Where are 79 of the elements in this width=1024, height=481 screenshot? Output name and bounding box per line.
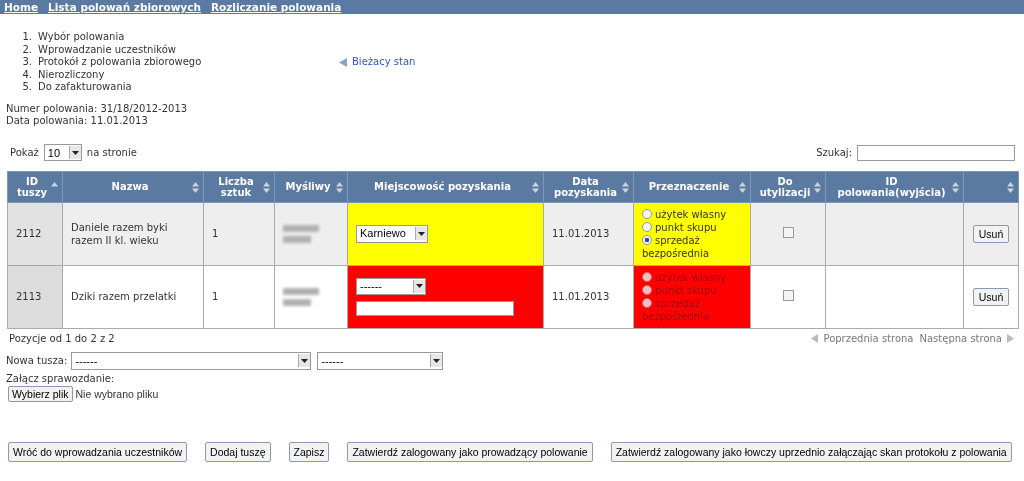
dropdown-icon — [430, 354, 443, 367]
disposal-checkbox[interactable] — [782, 289, 794, 301]
column-header[interactable]: ID tuszy — [7, 171, 63, 202]
step-label: Do zafakturowania — [38, 81, 132, 94]
file-status: Nie wybrano pliku — [75, 387, 159, 400]
dropdown-icon — [298, 354, 311, 367]
attach-label: Załącz sprawozdanie: — [6, 372, 116, 384]
current-state-label: Bieżacy stan — [352, 56, 416, 69]
page-size-select[interactable]: 10 — [43, 144, 82, 161]
action-button[interactable]: Zapisz — [288, 441, 330, 462]
location-select[interactable]: ------ — [356, 277, 426, 295]
action-button[interactable]: Zatwierdź zalogowany jako prowadzący polowanie — [347, 441, 593, 462]
step-number: 4. — [21, 68, 32, 81]
per-page-label: na stronie — [86, 147, 137, 158]
sort-icon — [739, 181, 746, 193]
step-label: Nierozliczony — [38, 68, 105, 81]
step-label: Wprowadzanie uczestników — [38, 43, 176, 56]
nav-link[interactable]: Rozliczanie polowania — [210, 0, 342, 14]
column-header[interactable]: Data pozyskania — [543, 171, 634, 202]
sort-icon — [336, 181, 343, 193]
disposal-checkbox[interactable] — [782, 226, 794, 238]
column-header[interactable]: Liczba sztuk — [203, 171, 275, 202]
carcass-select[interactable]: ------ — [317, 351, 444, 370]
search-label: Szukaj: — [816, 147, 852, 158]
action-button[interactable]: Dodaj tuszę — [205, 441, 271, 462]
carcass-select[interactable]: ------ — [71, 351, 312, 370]
table-cell: 1 — [203, 265, 275, 328]
step-number: 1. — [21, 31, 32, 44]
table-cell: 2112 — [7, 202, 63, 265]
sort-icon — [952, 181, 959, 193]
step-number: 2. — [21, 43, 32, 56]
sort-icon — [1007, 181, 1014, 193]
next-page-link[interactable]: Następna strona — [919, 332, 1014, 344]
sort-icon — [814, 181, 821, 193]
show-label: Pokaż — [10, 147, 39, 158]
sort-icon — [192, 181, 199, 193]
table-cell: Daniele razem byki razem II kl. wieku — [62, 202, 204, 265]
step-number: 5. — [21, 81, 32, 94]
info-text: Numer polowania: 31/18/2012-2013 — [6, 102, 189, 115]
column-header[interactable]: ID polowania(wyjścia) — [825, 171, 964, 202]
nav-link[interactable]: Home — [4, 0, 39, 14]
action-button[interactable]: Wróć do wprowadzania uczestników — [8, 441, 188, 462]
step-label: Protokół z polowania zbiorowego — [38, 56, 202, 69]
table-cell: 1 — [203, 202, 275, 265]
location-select[interactable]: Karniewo — [356, 224, 428, 243]
left-arrow-icon — [811, 333, 819, 343]
sort-icon — [263, 181, 270, 193]
purpose-radio[interactable]: sprzedaż bezpośrednia — [642, 233, 742, 260]
dropdown-icon — [413, 279, 425, 293]
dropdown-icon — [415, 227, 427, 240]
column-header[interactable] — [963, 171, 1019, 202]
sort-icon — [622, 181, 629, 193]
step-label: Wybór polowania — [38, 31, 125, 44]
table-cell: 2113 — [7, 265, 63, 328]
new-carcass-label: Nowa tusza: — [6, 355, 68, 366]
purpose-radio[interactable]: punkt skupu — [642, 220, 742, 234]
column-header[interactable]: Do utylizacji — [750, 171, 826, 202]
search-field[interactable] — [857, 144, 1015, 161]
dropdown-icon — [68, 146, 81, 159]
table-cell: Dziki razem przelatki — [62, 265, 204, 328]
purpose-radio[interactable]: użytek własny — [642, 207, 742, 221]
table-info: Pozycje od 1 do 2 z 2 — [9, 332, 115, 344]
location-input[interactable] — [356, 300, 514, 316]
delete-button[interactable]: Usuń — [972, 224, 1010, 243]
choose-file-button[interactable]: Wybierz plik — [8, 385, 73, 402]
table-cell: 11.01.2013 — [543, 202, 634, 265]
nav-link[interactable]: Lista polowań zbiorowych — [48, 0, 201, 14]
action-button[interactable]: Zatwierdź zalogowany jako łowczy uprzednio załączając skan protokołu z polowania — [610, 441, 1012, 462]
sort-icon — [532, 181, 539, 193]
table-cell: 11.01.2013 — [543, 265, 634, 328]
right-arrow-icon — [1007, 333, 1014, 343]
step-number: 3. — [21, 56, 32, 69]
column-header[interactable]: Myśliwy — [274, 171, 348, 202]
previous-page-link[interactable]: Poprzednia strona — [811, 332, 914, 344]
column-header[interactable]: Nazwa — [62, 171, 204, 202]
column-header[interactable]: Miejscowość pozyskania — [347, 171, 544, 202]
column-header[interactable]: Przeznaczenie — [633, 171, 751, 202]
info-text: Data polowania: 11.01.2013 — [6, 115, 149, 128]
delete-button[interactable]: Usuń — [972, 287, 1010, 306]
